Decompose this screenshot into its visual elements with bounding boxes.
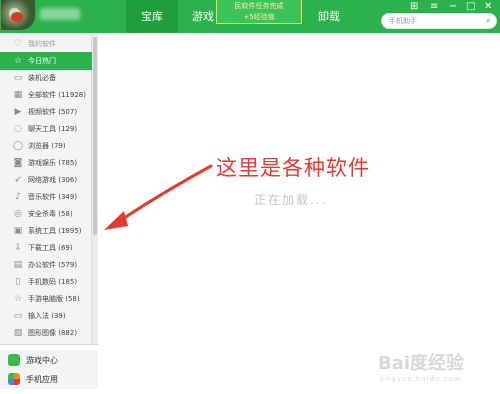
- watermark-brand: Bai度经验: [378, 353, 465, 374]
- annotation-arrow: [104, 164, 213, 230]
- baidu-jingyan-watermark: Bai度经验 jingyan.baidu.com: [378, 347, 496, 391]
- annotation-text: 这里是各种软件: [216, 156, 370, 180]
- watermark-url: jingyan.baidu.com: [380, 375, 462, 383]
- app-window: { "header": { "tabs": [ {"label": "宝库", …: [0, 0, 500, 394]
